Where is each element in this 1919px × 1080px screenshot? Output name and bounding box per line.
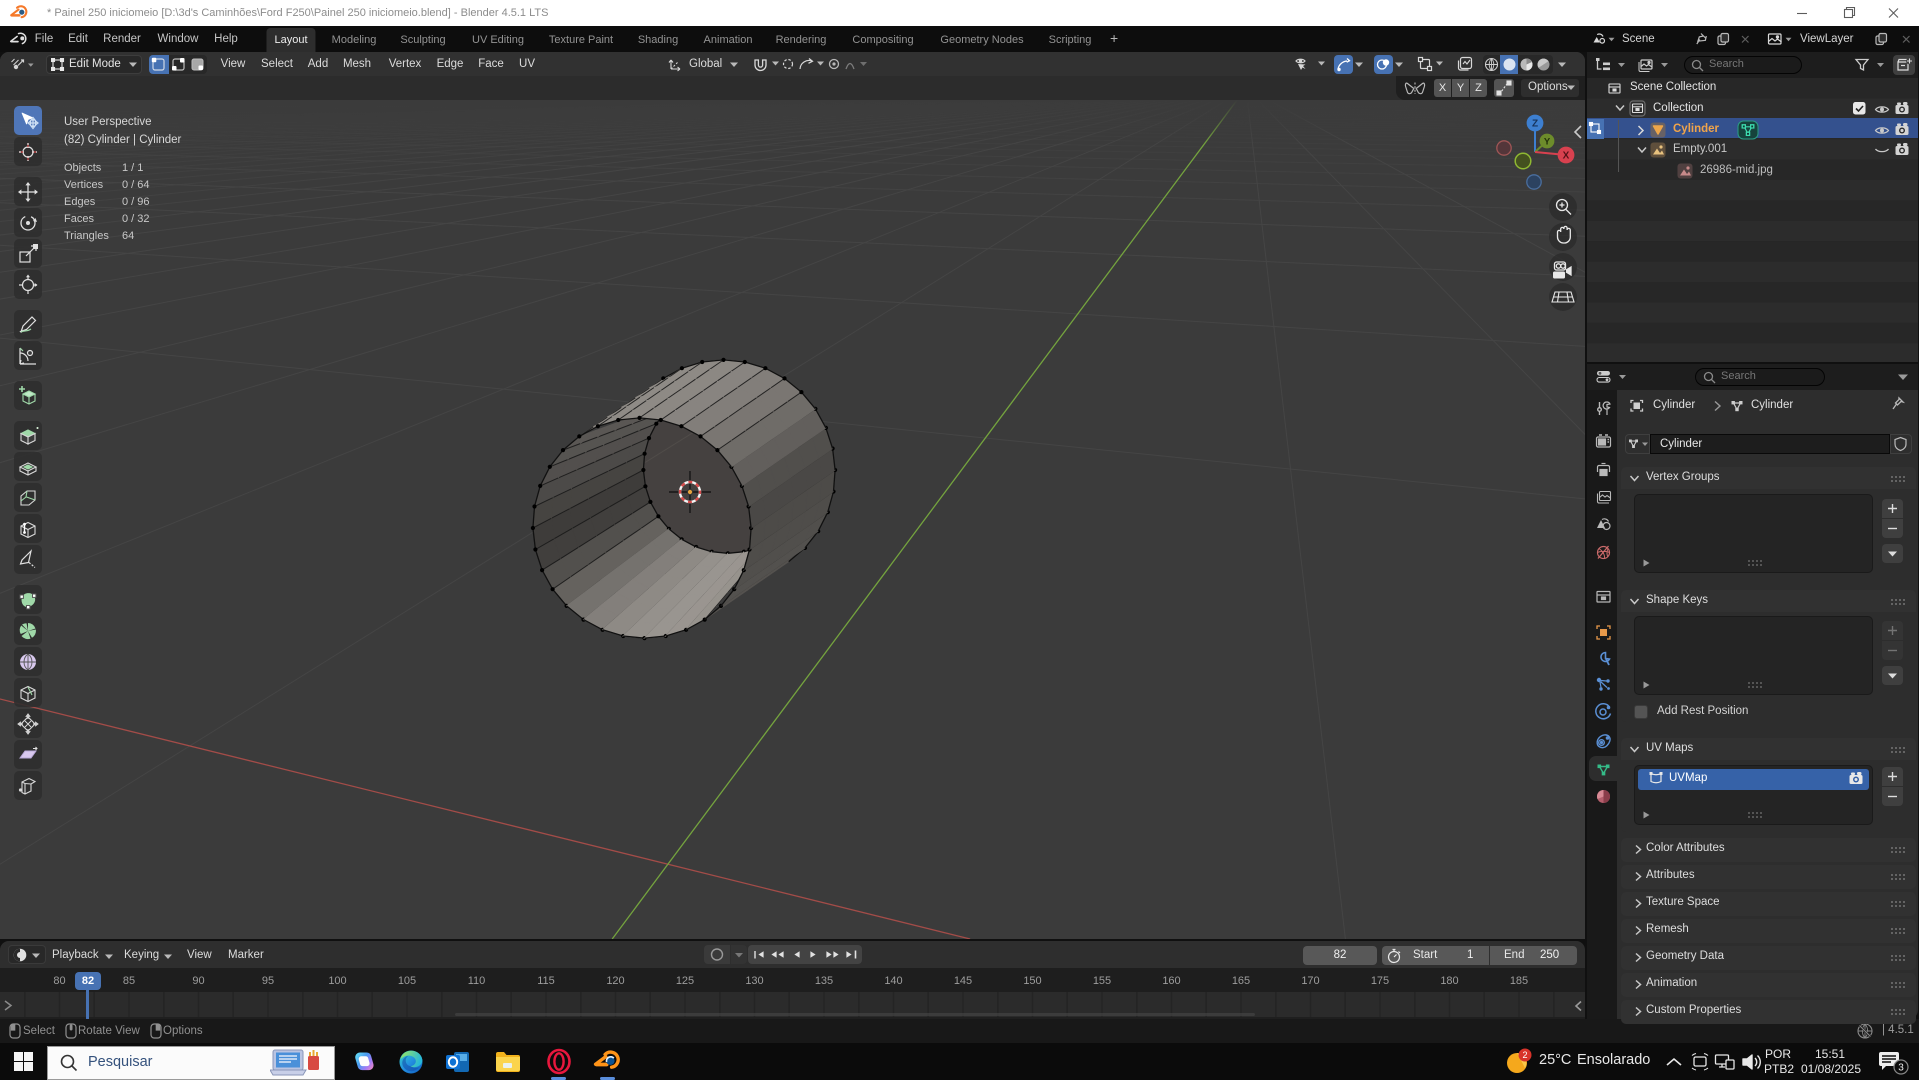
svg-text:125: 125 [676, 975, 694, 987]
svg-text:135: 135 [815, 975, 833, 987]
svg-text:90: 90 [192, 975, 204, 987]
svg-text:95: 95 [262, 975, 274, 987]
svg-text:85: 85 [123, 975, 135, 987]
svg-text:165: 165 [1232, 975, 1250, 987]
svg-text:185: 185 [1510, 975, 1528, 987]
svg-text:155: 155 [1093, 975, 1111, 987]
svg-text:110: 110 [468, 975, 486, 987]
svg-text:180: 180 [1440, 975, 1458, 987]
svg-text:150: 150 [1023, 975, 1041, 987]
svg-text:145: 145 [954, 975, 972, 987]
svg-text:X: X [1563, 151, 1570, 162]
svg-text:105: 105 [398, 975, 416, 987]
svg-text:115: 115 [537, 975, 555, 987]
svg-text:175: 175 [1371, 975, 1389, 987]
svg-text:140: 140 [884, 975, 902, 987]
svg-text:120: 120 [606, 975, 624, 987]
svg-text:100: 100 [328, 975, 346, 987]
svg-text:170: 170 [1301, 975, 1319, 987]
svg-text:Y: Y [1544, 137, 1551, 148]
svg-text:130: 130 [745, 975, 763, 987]
svg-text:2: 2 [1522, 1050, 1527, 1060]
svg-text:160: 160 [1162, 975, 1180, 987]
svg-text:80: 80 [53, 975, 65, 987]
svg-text:3: 3 [1898, 1063, 1904, 1074]
svg-text:Z: Z [1532, 119, 1538, 130]
